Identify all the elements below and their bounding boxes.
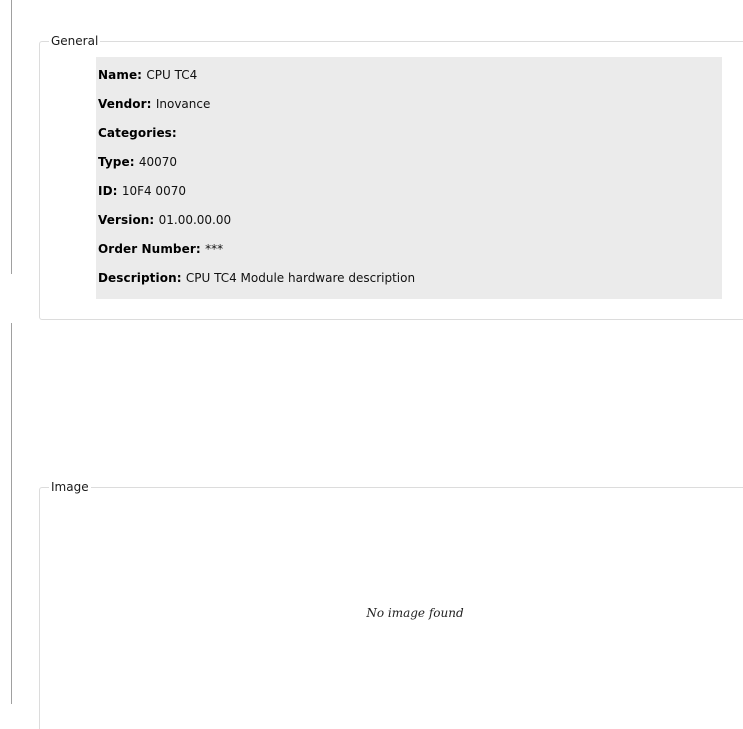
left-divider-top (11, 0, 12, 274)
no-image-placeholder: No image found (366, 606, 464, 620)
info-row-name: Name: CPU TC4 (98, 61, 722, 90)
general-info-panel: Name: CPU TC4 Vendor: Inovance Categorie… (96, 57, 722, 299)
info-row-vendor: Vendor: Inovance (98, 90, 722, 119)
vendor-label: Vendor: (98, 97, 156, 111)
id-value: 10F4 0070 (121, 184, 186, 198)
type-value: 40070 (138, 155, 178, 169)
id-label: ID: (98, 184, 122, 198)
image-groupbox: Image No image found (39, 478, 743, 729)
info-row-version: Version: 01.00.00.00 (98, 206, 722, 235)
version-label: Version: (98, 213, 159, 227)
image-group-title: Image (49, 478, 91, 496)
vendor-value: Inovance (155, 97, 211, 111)
general-groupbox: General Name: CPU TC4 Vendor: Inovance C… (39, 32, 743, 320)
device-info-page: General Name: CPU TC4 Vendor: Inovance C… (0, 0, 743, 729)
info-row-categories: Categories: (98, 119, 722, 148)
version-value: 01.00.00.00 (158, 213, 232, 227)
name-value: CPU TC4 (146, 68, 198, 82)
description-label: Description: (98, 271, 186, 285)
order-number-value: *** (205, 242, 224, 256)
type-label: Type: (98, 155, 139, 169)
info-row-description: Description: CPU TC4 Module hardware des… (98, 264, 722, 293)
order-number-label: Order Number: (98, 242, 206, 256)
categories-label: Categories: (98, 126, 177, 140)
info-row-order-number: Order Number: *** (98, 235, 722, 264)
general-group-title: General (49, 32, 101, 50)
info-row-id: ID: 10F4 0070 (98, 177, 722, 206)
name-label: Name: (98, 68, 147, 82)
left-divider-bottom (11, 323, 12, 704)
info-row-type: Type: 40070 (98, 148, 722, 177)
description-value: CPU TC4 Module hardware description (185, 271, 416, 285)
